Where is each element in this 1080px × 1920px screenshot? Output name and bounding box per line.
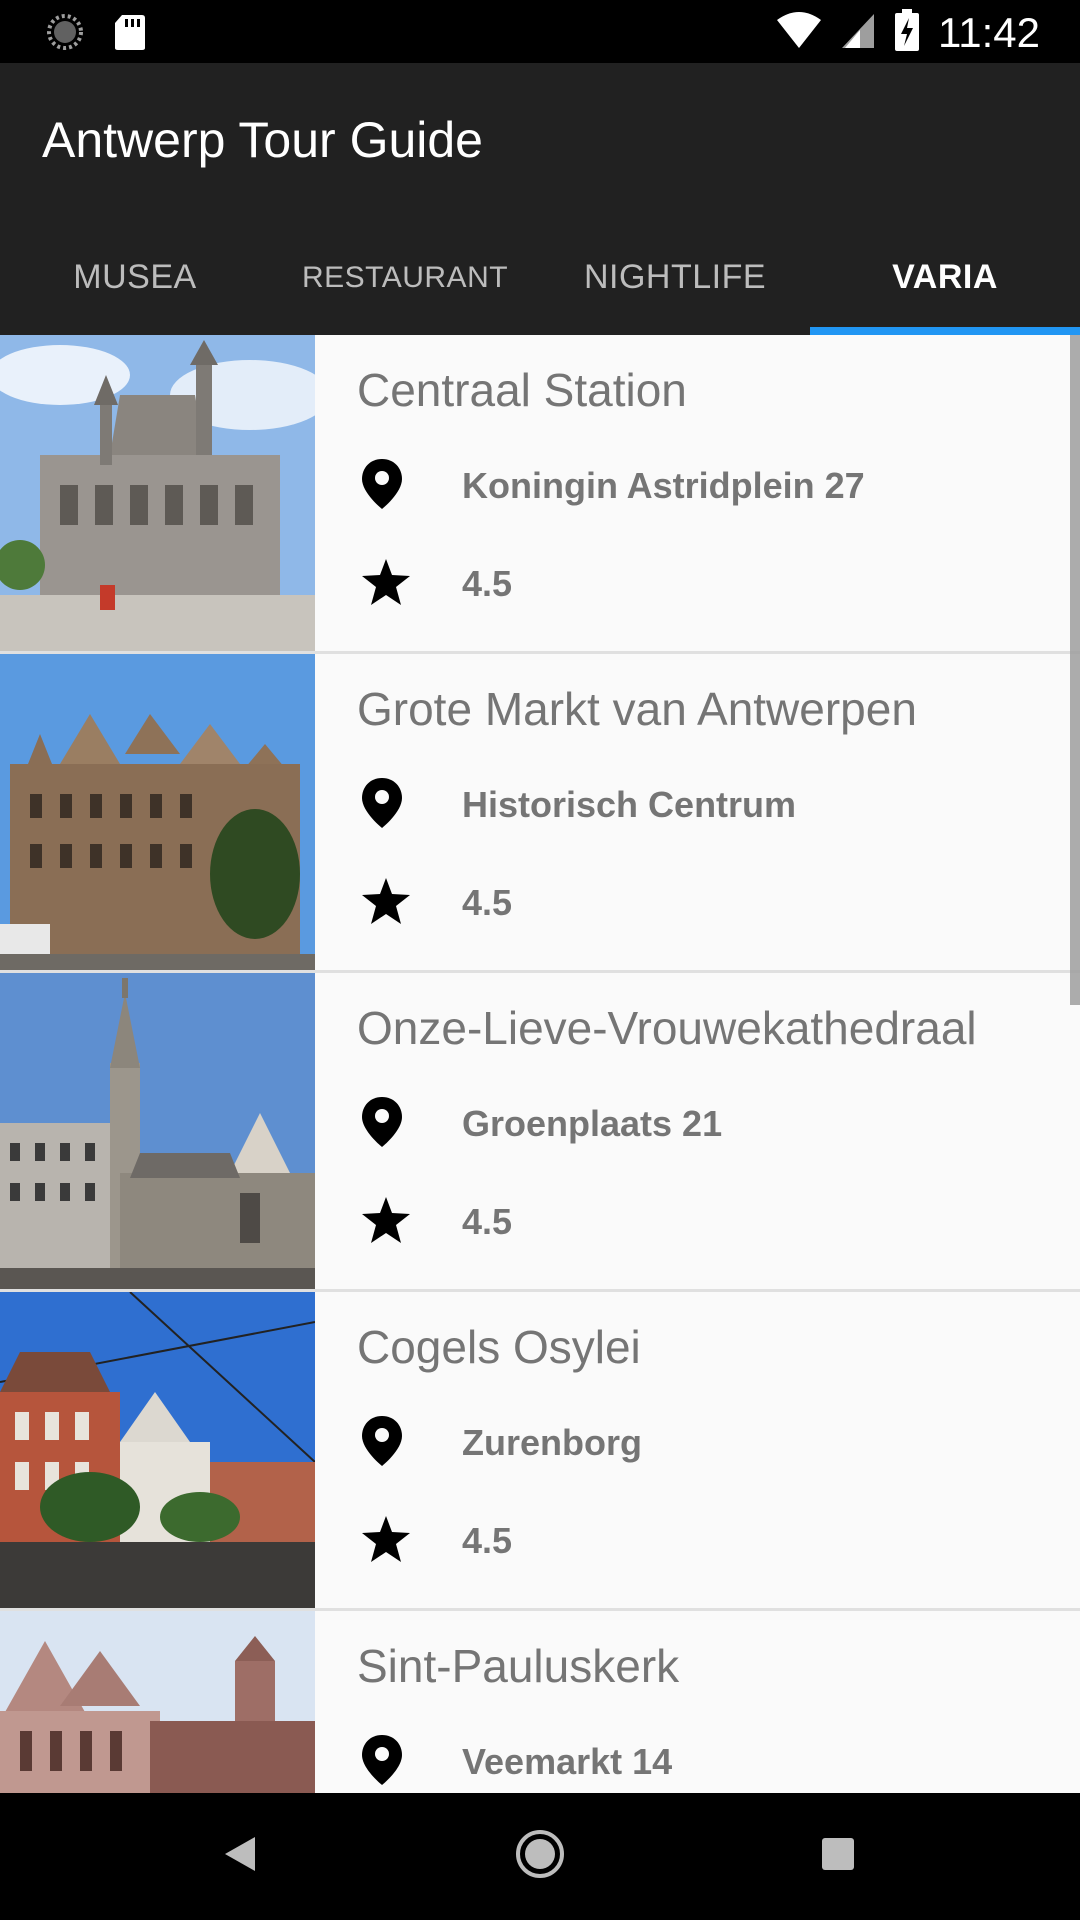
app-title: Antwerp Tour Guide — [42, 112, 483, 168]
list-item[interactable]: Sint-Pauluskerk Veemarkt 14 — [0, 1611, 1080, 1793]
location-pin-icon — [360, 1733, 404, 1792]
place-address: Koningin Astridplein 27 — [462, 465, 865, 506]
home-button[interactable] — [480, 1793, 600, 1920]
place-name: Cogels Osylei — [357, 1321, 641, 1373]
place-name: Centraal Station — [357, 364, 687, 416]
tab-label: MUSEA — [73, 258, 197, 296]
tab-label: NIGHTLIFE — [583, 258, 767, 296]
place-rating: 4.5 — [462, 882, 513, 923]
place-address: Zurenborg — [462, 1422, 642, 1463]
list-item[interactable]: Onze-Lieve-Vrouwekathedraal Groenplaats … — [0, 973, 1080, 1292]
tab-restaurant[interactable]: RESTAURANT — [270, 220, 540, 335]
sync-icon — [46, 13, 84, 56]
place-address: Veemarkt 14 — [462, 1741, 673, 1782]
star-icon — [360, 1514, 412, 1569]
list-item[interactable]: Centraal Station Koningin Astridplein 27… — [0, 335, 1080, 654]
home-circle-icon — [515, 1829, 565, 1884]
tab-nightlife[interactable]: NIGHTLIFE — [540, 220, 810, 335]
status-time: 11:42 — [938, 8, 1040, 56]
location-pin-icon — [360, 1414, 404, 1473]
list-item[interactable]: Cogels Osylei Zurenborg 4.5 — [0, 1292, 1080, 1611]
location-pin-icon — [360, 1095, 404, 1154]
tab-bar: MUSEA RESTAURANT NIGHTLIFE VARIA — [0, 220, 1080, 335]
app-bar: Antwerp Tour Guide MUSEA RESTAURANT NIGH… — [0, 63, 1080, 335]
tab-label: VARIA — [892, 258, 998, 296]
sd-card-icon — [114, 13, 146, 56]
recents-square-icon — [820, 1836, 856, 1877]
place-photo — [0, 335, 315, 651]
star-icon — [360, 557, 412, 612]
place-photo — [0, 654, 315, 970]
screen: 11:42 Antwerp Tour Guide MUSEA RESTAURAN… — [0, 0, 1080, 1920]
place-rating: 4.5 — [462, 1201, 513, 1242]
cell-signal-icon — [840, 10, 876, 55]
tab-label: RESTAURANT — [301, 260, 509, 294]
place-rating: 4.5 — [462, 1520, 513, 1561]
place-name: Onze-Lieve-Vrouwekathedraal — [357, 1002, 977, 1054]
back-triangle-icon — [223, 1835, 257, 1878]
place-name: Sint-Pauluskerk — [357, 1640, 680, 1692]
wifi-icon — [776, 10, 822, 55]
star-icon — [360, 876, 412, 931]
place-address: Historisch Centrum — [462, 784, 797, 825]
back-button[interactable] — [180, 1793, 300, 1920]
place-name: Grote Markt van Antwerpen — [357, 683, 917, 735]
place-rating: 4.5 — [462, 563, 513, 604]
star-icon — [360, 1195, 412, 1250]
place-address: Groenplaats 21 — [462, 1103, 723, 1144]
tab-indicator — [810, 327, 1080, 335]
battery-charging-icon — [894, 8, 920, 57]
place-photo — [0, 1611, 315, 1793]
navigation-bar — [0, 1793, 1080, 1920]
list-item[interactable]: Grote Markt van Antwerpen Historisch Cen… — [0, 654, 1080, 973]
status-bar: 11:42 — [0, 0, 1080, 63]
location-pin-icon — [360, 457, 404, 516]
location-pin-icon — [360, 776, 404, 835]
place-photo — [0, 973, 315, 1289]
places-list[interactable]: Centraal Station Koningin Astridplein 27… — [0, 335, 1080, 1793]
tab-musea[interactable]: MUSEA — [0, 220, 270, 335]
tab-varia[interactable]: VARIA — [810, 220, 1080, 335]
place-photo — [0, 1292, 315, 1608]
recents-button[interactable] — [778, 1793, 898, 1920]
scrollbar[interactable] — [1070, 335, 1080, 1005]
